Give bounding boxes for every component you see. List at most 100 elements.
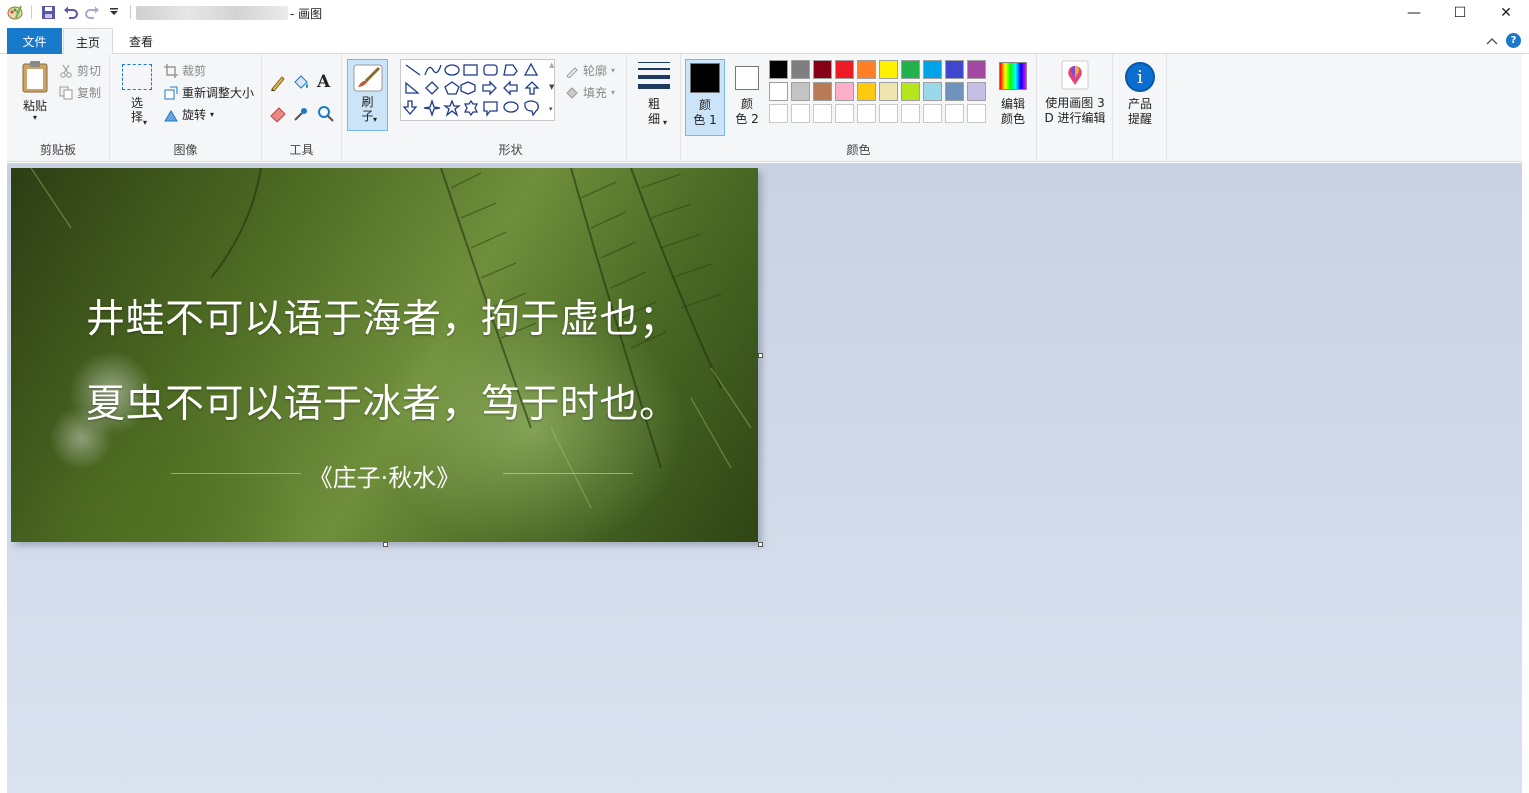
paste-button[interactable]: 粘贴 ▾ [15,60,55,122]
color1-button[interactable]: 颜 色 1 [685,59,725,136]
palette-color-swatch[interactable] [967,82,986,101]
palette-empty-swatch[interactable] [923,104,942,123]
shapes-scrollbar[interactable]: ▲ ▼ ▾ [548,59,558,121]
ribbon-right-controls: ? [1486,33,1521,48]
palette-empty-swatch[interactable] [967,104,986,123]
text-tool-icon[interactable]: A [317,72,330,92]
drawing-canvas[interactable]: 井蛙不可以语于海者，拘于虚也； 夏虫不可以语于冰者，笃于时也。 《庄子·秋水》 [11,168,758,542]
undo-icon[interactable] [61,3,79,21]
palette-color-swatch[interactable] [901,60,920,79]
eraser-icon[interactable] [269,106,287,122]
shapes-gallery[interactable] [400,59,555,121]
palette-color-swatch[interactable] [879,60,898,79]
size-label-2: 细 [647,112,660,126]
tab-home[interactable]: 主页 [63,28,113,55]
color1-label-2: 色 1 [693,113,717,127]
palette-color-swatch[interactable] [835,82,854,101]
group-clipboard: 粘贴 ▾ 剪切 复制 剪贴板 [7,54,110,162]
size-button[interactable]: 粗 细 [635,62,673,126]
edit-colors-button[interactable]: 编辑 颜色 [993,62,1033,126]
palette-color-swatch[interactable] [769,60,788,79]
rotate-button[interactable]: 旋转 ▾ [164,106,214,123]
expand-gallery-icon[interactable]: ▾ [549,105,553,113]
maximize-button[interactable]: ☐ [1437,0,1483,26]
resize-handle-corner[interactable] [758,542,763,547]
poem-line-1: 井蛙不可以语于海者，拘于虚也； [86,297,679,342]
palette-color-swatch[interactable] [857,60,876,79]
line-width-icon [638,62,670,89]
collapse-ribbon-icon[interactable] [1486,36,1498,46]
resize-handle-bottom[interactable] [383,542,388,547]
palette-color-swatch[interactable] [857,82,876,101]
fill-bucket-icon[interactable] [292,74,310,92]
palette-empty-swatch[interactable] [901,104,920,123]
copy-label: 复制 [77,86,102,100]
scroll-down-icon[interactable]: ▼ [549,83,554,91]
select-button[interactable]: 选 择 [120,64,154,124]
help-icon[interactable]: ? [1506,33,1521,48]
chevron-down-icon: ▾ [611,88,616,97]
tab-view[interactable]: 查看 [118,28,164,54]
palette-color-swatch[interactable] [945,60,964,79]
copy-button[interactable]: 复制 [59,84,101,101]
window-controls: — ☐ ✕ [1391,0,1529,26]
palette-empty-swatch[interactable] [879,104,898,123]
palette-color-swatch[interactable] [769,82,788,101]
tab-file[interactable]: 文件 [7,28,62,54]
palette-empty-swatch[interactable] [945,104,964,123]
customize-qat-chevron-icon[interactable] [105,3,123,21]
brushes-button[interactable]: 刷 子 [347,59,388,131]
palette-empty-swatch[interactable] [813,104,832,123]
group-product-alert: i 产品 提醒 [1113,54,1167,162]
pencil-icon[interactable] [269,74,287,92]
palette-color-swatch[interactable] [923,82,942,101]
palette-empty-swatch[interactable] [769,104,788,123]
palette-color-swatch[interactable] [901,82,920,101]
poem-line-2: 夏虫不可以语于冰者，笃于时也。 [86,382,679,427]
resize-handle-right[interactable] [758,353,763,358]
redo-icon[interactable] [83,3,101,21]
color-palette [769,60,991,126]
qat-separator [31,5,32,19]
edit-colors-label-1: 编辑 [1000,97,1025,111]
palette-color-swatch[interactable] [791,60,810,79]
scroll-up-icon[interactable]: ▲ [549,61,554,69]
palette-color-swatch[interactable] [879,82,898,101]
outline-button[interactable]: 轮廓 ▾ [565,62,615,79]
palette-color-swatch[interactable] [813,82,832,101]
palette-color-swatch[interactable] [945,82,964,101]
palette-color-swatch[interactable] [813,60,832,79]
palette-color-swatch[interactable] [791,82,810,101]
color-picker-icon[interactable] [292,105,310,123]
close-button[interactable]: ✕ [1483,0,1529,26]
save-icon[interactable] [39,3,57,21]
color2-button[interactable]: 颜 色 2 [729,59,765,136]
info-icon: i [1125,62,1155,92]
color1-label-1: 颜 [698,98,711,112]
crop-button[interactable]: 裁剪 [164,62,206,79]
resize-button[interactable]: 重新调整大小 [164,84,254,101]
edit-colors-label-2: 颜色 [1000,112,1025,126]
palette-color-swatch[interactable] [923,60,942,79]
palette-empty-swatch[interactable] [791,104,810,123]
group-size: 粗 细 ▾ [627,54,681,162]
group-brushes: 刷 子 ▾ [342,54,395,162]
crop-label: 裁剪 [182,64,207,78]
paint3d-label-1: 使用画图 3 [1045,96,1105,110]
fill-button[interactable]: 填充 ▾ [565,84,615,101]
magnifier-icon[interactable] [317,105,335,123]
tools-group-label: 工具 [289,143,314,157]
shapes-gallery-icons [403,62,540,118]
product-alert-button[interactable]: i 产品 提醒 [1121,62,1159,126]
palette-color-swatch[interactable] [835,60,854,79]
group-shapes: ▲ ▼ ▾ 轮廓 ▾ 填充 ▾ 形状 [395,54,627,162]
title-bar: - 画图 — ☐ ✕ [0,0,1529,26]
paint3d-button[interactable]: 使用画图 3 D 进行编辑 [1041,60,1109,125]
palette-color-swatch[interactable] [967,60,986,79]
cut-button[interactable]: 剪切 [59,62,101,79]
minimize-button[interactable]: — [1391,0,1437,26]
palette-empty-swatch[interactable] [857,104,876,123]
palette-empty-swatch[interactable] [835,104,854,123]
paint-app-icon[interactable] [6,3,24,21]
clipboard-group-label: 剪贴板 [39,143,76,157]
